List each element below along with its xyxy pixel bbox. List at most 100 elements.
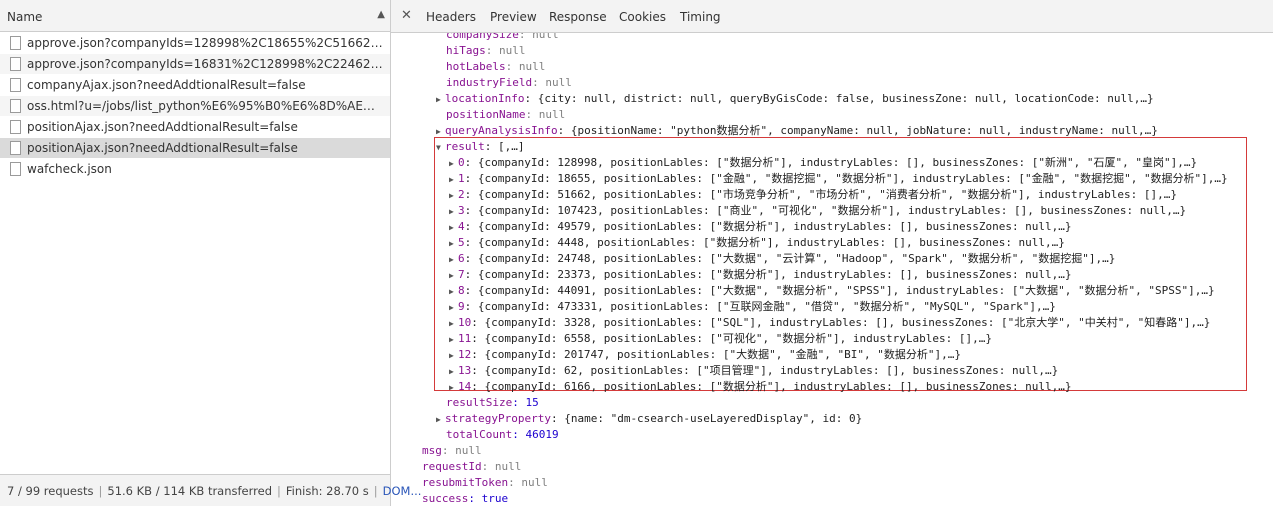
json-value: : null [481,460,522,473]
json-property-line[interactable]: ▶ 13: {companyId: 62, positionLables: ["项… [449,363,1058,379]
json-key: success [422,492,469,505]
disclosure-triangle-icon[interactable]: ▶ [449,188,458,204]
json-key: companySize [446,33,519,41]
json-value: : {companyId: 107423, positionLables: ["… [464,204,1187,217]
request-row[interactable]: positionAjax.json?needAddtionalResult=fa… [0,117,390,138]
json-key: 6 [458,252,465,265]
json-property-line[interactable]: ▶ 4: {companyId: 49579, positionLables: [… [449,219,1072,235]
json-property-line[interactable]: ▶ locationInfo: {city: null, district: nu… [436,91,1154,107]
json-property-line[interactable]: ▶ 0: {companyId: 128998, positionLables: … [449,155,1197,171]
json-property-line: industryField: null [446,75,572,91]
json-property-line: hotLabels: null [446,59,545,75]
network-status-bar: 7 / 99 requests | 51.6 KB / 114 KB transfe… [0,474,421,506]
json-key: strategyProperty [445,412,551,425]
json-key: hiTags [446,44,486,57]
disclosure-triangle-icon[interactable]: ▶ [436,412,445,428]
sort-triangle-icon[interactable]: ▲ [377,9,385,20]
json-value: : null [518,33,559,41]
json-property-line[interactable]: ▶ 7: {companyId: 23373, positionLables: [… [449,267,1072,283]
disclosure-triangle-icon[interactable]: ▶ [449,156,458,172]
json-property-line[interactable]: ▶ 1: {companyId: 18655, positionLables: [… [449,171,1228,187]
request-row[interactable]: oss.html?u=/jobs/list_python%E6%95%B0%E6… [0,96,390,117]
json-property-line[interactable]: ▶ 10: {companyId: 3328, positionLables: [… [449,315,1210,331]
json-value: : {companyId: 3328, positionLables: ["SQ… [471,316,1211,329]
request-row[interactable]: approve.json?companyIds=16831%2C128998%2… [0,54,390,75]
json-property-line[interactable]: ▶ 6: {companyId: 24748, positionLables: [… [449,251,1115,267]
request-row[interactable]: companyAjax.json?needAddtionalResult=fal… [0,75,390,96]
disclosure-triangle-icon[interactable]: ▶ [449,300,458,316]
disclosure-triangle-icon[interactable]: ▶ [449,332,458,348]
request-name: companyAjax.json?needAddtionalResult=fal… [27,78,306,92]
json-property-line: msg: null [422,443,482,459]
json-value: : {positionName: "python数据分析", companyNa… [557,124,1158,137]
json-key: 7 [458,268,465,281]
json-value: : {companyId: 4448, positionLables: ["数据… [464,236,1065,249]
disclosure-triangle-icon[interactable]: ▶ [449,236,458,252]
json-property-line[interactable]: ▶ 3: {companyId: 107423, positionLables: … [449,203,1186,219]
json-value: : {companyId: 473331, positionLables: ["… [464,300,1056,313]
json-key: result [445,140,485,153]
json-value: : {name: "dm-csearch-useLayeredDisplay",… [550,412,863,425]
json-value: : {companyId: 6558, positionLables: ["可视… [471,332,992,345]
json-value: : {companyId: 24748, positionLables: ["大… [464,252,1116,265]
json-property-line[interactable]: ▶ 12: {companyId: 201747, positionLables:… [449,347,961,363]
request-name: approve.json?companyIds=128998%2C18655%2… [27,36,386,50]
disclosure-triangle-icon[interactable]: ▶ [449,172,458,188]
json-property-line[interactable]: ▼ result: [,…] [436,139,525,155]
document-icon [10,99,21,113]
request-name: positionAjax.json?needAddtionalResult=fa… [27,141,298,155]
tab-preview[interactable]: Preview [490,10,537,24]
disclosure-triangle-icon[interactable]: ▶ [449,220,458,236]
json-property-line[interactable]: ▶ queryAnalysisInfo: {positionName: "pyth… [436,123,1158,139]
json-property-line[interactable]: ▶ 5: {companyId: 4448, positionLables: ["… [449,235,1065,251]
disclosure-triangle-icon[interactable]: ▶ [449,284,458,300]
close-icon[interactable]: ✕ [401,8,412,23]
json-value: : [,…] [484,140,525,153]
json-key: requestId [422,460,482,473]
json-value: : {companyId: 128998, positionLables: ["… [464,156,1198,169]
json-key: resultSize [446,396,513,409]
json-value: : {companyId: 49579, positionLables: ["数… [464,220,1072,233]
disclosure-triangle-icon[interactable]: ▶ [449,268,458,284]
tab-timing[interactable]: Timing [680,10,721,24]
json-property-line: hiTags: null [446,43,526,59]
request-count: 7 / 99 requests [7,484,94,498]
json-property-line: positionName: null [446,107,565,123]
request-row[interactable]: wafcheck.json [0,159,390,180]
json-key: 10 [458,316,472,329]
document-icon [10,162,21,176]
json-property-line[interactable]: ▶ strategyProperty: {name: "dm-csearch-us… [436,411,862,427]
json-property-line[interactable]: ▶ 8: {companyId: 44091, positionLables: [… [449,283,1215,299]
request-row[interactable]: approve.json?companyIds=128998%2C18655%2… [0,33,390,54]
json-key: positionName [446,108,526,121]
disclosure-triangle-icon[interactable]: ▶ [449,252,458,268]
json-key: 13 [458,364,472,377]
json-property-line: success: true [422,491,508,506]
name-column-header[interactable]: Name ▲ [0,0,390,32]
json-value: : {companyId: 201747, positionLables: ["… [471,348,961,361]
disclosure-triangle-icon[interactable]: ▶ [449,316,458,332]
json-property-line[interactable]: ▶ 11: {companyId: 6558, positionLables: [… [449,331,992,347]
disclosure-triangle-icon[interactable]: ▶ [449,364,458,380]
json-value: : null [525,108,566,121]
json-property-line[interactable]: ▶ 2: {companyId: 51662, positionLables: [… [449,187,1177,203]
disclosure-triangle-icon[interactable]: ▶ [449,204,458,220]
json-property-line[interactable]: ▶ 9: {companyId: 473331, positionLables: … [449,299,1056,315]
request-name: approve.json?companyIds=16831%2C128998%2… [27,57,386,71]
json-key: 2 [458,188,465,201]
tab-headers[interactable]: Headers [426,10,476,24]
disclosure-triangle-icon[interactable]: ▶ [436,92,445,108]
request-row[interactable]: positionAjax.json?needAddtionalResult=fa… [0,138,390,159]
disclosure-triangle-icon[interactable]: ▶ [449,348,458,364]
disclosure-triangle-icon[interactable]: ▼ [436,140,445,156]
tab-cookies[interactable]: Cookies [619,10,666,24]
json-key: 1 [458,172,465,185]
transferred-size: 51.6 KB / 114 KB transferred [107,484,273,498]
json-property-line[interactable]: ▶ 14: {companyId: 6166, positionLables: [… [449,379,1072,395]
json-value: : {companyId: 51662, positionLables: ["市… [464,188,1177,201]
json-value: : {companyId: 44091, positionLables: ["大… [464,284,1215,297]
disclosure-triangle-icon[interactable]: ▶ [449,380,458,396]
json-property-line: resubmitToken: null [422,475,548,491]
disclosure-triangle-icon[interactable]: ▶ [436,124,445,140]
tab-response[interactable]: Response [549,10,607,24]
